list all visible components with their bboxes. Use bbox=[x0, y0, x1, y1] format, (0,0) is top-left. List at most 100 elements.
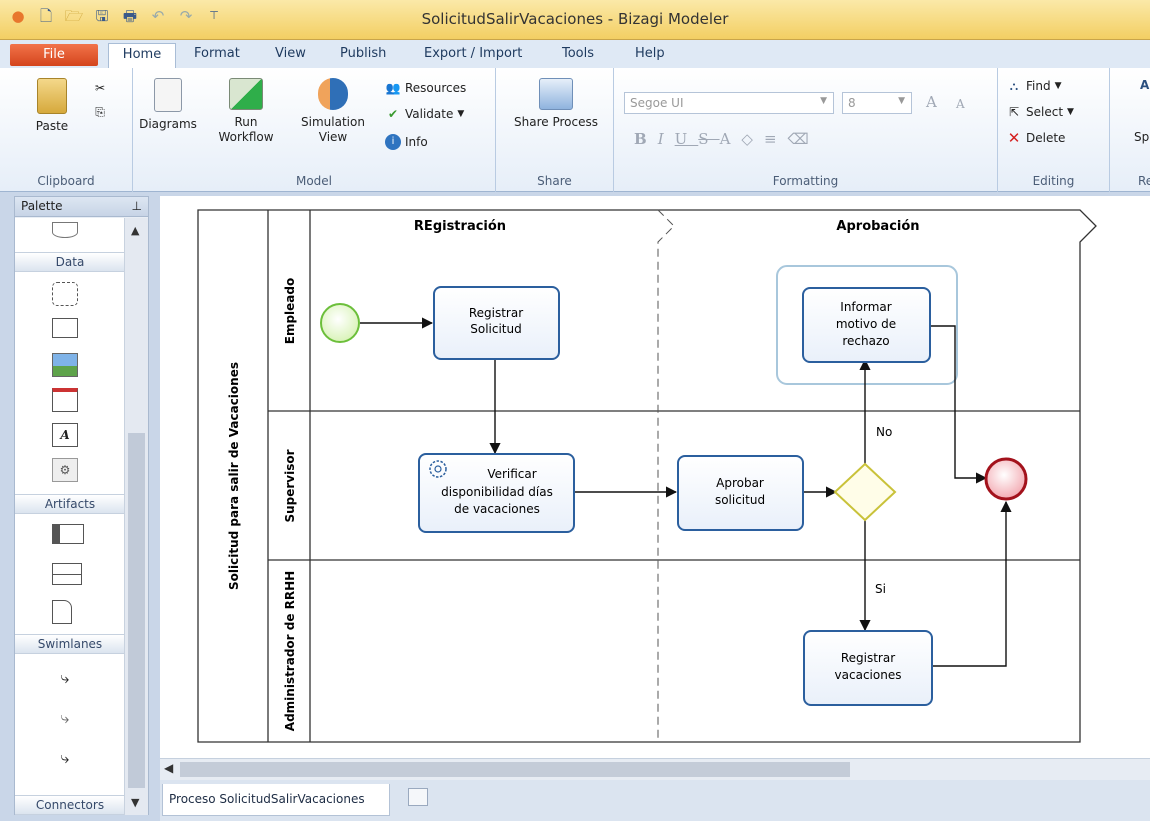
resources-button[interactable]: 👥 Resources bbox=[385, 78, 467, 98]
cursor-icon: ⇱ bbox=[1008, 105, 1020, 119]
delete-x-icon: ✕ bbox=[1007, 129, 1021, 147]
task-informar-motivo-rechazo[interactable]: Informar motivo de rechazo bbox=[802, 287, 931, 363]
palette-scrollbar[interactable]: ▲ ▼ bbox=[124, 218, 148, 815]
task-aprobar-solicitud[interactable]: Aprobar solicitud bbox=[677, 455, 804, 531]
task-registrar-solicitud[interactable]: Registrar Solicitud bbox=[433, 286, 560, 360]
paste-button[interactable]: Paste bbox=[30, 78, 74, 134]
tab-home[interactable]: Home bbox=[108, 43, 176, 69]
svg-text:Verificar: Verificar bbox=[487, 467, 536, 481]
svg-text:rechazo: rechazo bbox=[842, 334, 889, 348]
lane-label-admin-rrhh: Administrador de RRHH bbox=[283, 571, 297, 731]
resources-icon: 👥 bbox=[385, 81, 401, 95]
cut-button[interactable]: ✂ bbox=[92, 78, 108, 98]
flow-label-si: Si bbox=[875, 582, 886, 596]
document-tab-proceso[interactable]: Proceso SolicitudSalirVacaciones bbox=[162, 784, 390, 816]
pool[interactable] bbox=[197, 209, 1097, 743]
header-shape[interactable] bbox=[52, 388, 78, 412]
image-shape[interactable] bbox=[52, 353, 78, 377]
align-icon[interactable]: ≡ bbox=[764, 130, 788, 148]
svg-text:vacaciones: vacaciones bbox=[835, 668, 902, 682]
formatting-group: Segoe UI ▼ 8 ▼ A A BIUSA◇≡⌫ Formatting bbox=[614, 68, 998, 192]
message-flow-icon[interactable]: ⤷ bbox=[52, 748, 78, 772]
tab-publish[interactable]: Publish bbox=[340, 46, 386, 61]
lane-label-supervisor: Supervisor bbox=[283, 449, 297, 522]
font-size-value: 8 bbox=[848, 96, 856, 110]
delete-button[interactable]: ✕ Delete bbox=[1006, 128, 1066, 148]
formatting-buttons[interactable]: BIUSA◇≡⌫ bbox=[634, 130, 820, 148]
diagrams-button[interactable]: Diagrams bbox=[133, 78, 203, 132]
diagrams-label: Diagrams bbox=[139, 117, 197, 131]
svg-text:Registrar: Registrar bbox=[841, 651, 895, 665]
diagram-canvas[interactable]: Solicitud para salir de Vacaciones Emple… bbox=[160, 196, 1150, 758]
data-store-shape[interactable] bbox=[52, 222, 78, 238]
end-event[interactable] bbox=[984, 457, 1028, 501]
copy-button[interactable]: ⎘ bbox=[92, 102, 108, 122]
chevron-down-icon: ▼ bbox=[898, 96, 905, 106]
fill-color-icon[interactable]: ◇ bbox=[741, 130, 764, 148]
task-registrar-vacaciones[interactable]: Registrar vacaciones bbox=[803, 630, 933, 706]
review-group-label: Re bbox=[1138, 174, 1150, 188]
new-diagram-tab-icon[interactable] bbox=[408, 788, 428, 806]
find-button[interactable]: ⛬ Find ▼ bbox=[1006, 76, 1062, 96]
tab-view[interactable]: View bbox=[275, 46, 306, 61]
ribbon-tabs: File Home Format View Publish Export / I… bbox=[0, 40, 1150, 69]
validate-button[interactable]: ✔ Validate ▼ bbox=[385, 104, 464, 124]
ribbon: Paste ✂ ⎘ Clipboard Diagrams Run Workflo… bbox=[0, 68, 1150, 192]
task-verificar-disponibilidad[interactable]: Verificar disponibilidad días de vacacio… bbox=[418, 453, 575, 533]
info-icon: i bbox=[385, 134, 401, 150]
validate-label: Validate bbox=[405, 107, 454, 121]
tab-tools[interactable]: Tools bbox=[562, 46, 594, 61]
underline-icon[interactable]: U bbox=[675, 130, 699, 148]
font-size-select[interactable]: 8 ▼ bbox=[842, 92, 912, 114]
document-tab-bar: Proceso SolicitudSalirVacaciones bbox=[160, 780, 1150, 821]
pin-icon[interactable]: ⊥ bbox=[132, 199, 142, 213]
run-workflow-button[interactable]: Run Workflow bbox=[211, 78, 281, 145]
window-title: SolicitudSalirVacaciones - Bizagi Modele… bbox=[421, 10, 729, 28]
spelling-button[interactable]: Sp bbox=[1134, 130, 1149, 144]
select-button[interactable]: ⇱ Select ▼ bbox=[1006, 102, 1074, 122]
italic-icon[interactable]: I bbox=[658, 130, 675, 148]
bold-icon[interactable]: B bbox=[634, 130, 658, 148]
milestone-shape[interactable] bbox=[52, 600, 72, 624]
scroll-left-icon[interactable]: ◀ bbox=[164, 761, 173, 775]
custom-artifact-icon[interactable]: ⚙ bbox=[52, 458, 78, 482]
shrink-font-button[interactable]: A bbox=[956, 94, 965, 114]
pool-shape[interactable] bbox=[52, 524, 84, 544]
scroll-down-icon[interactable]: ▼ bbox=[131, 796, 139, 809]
tab-export-import[interactable]: Export / Import bbox=[424, 46, 522, 61]
simulation-view-button[interactable]: Simulation View bbox=[293, 78, 373, 145]
lane-shape[interactable] bbox=[52, 563, 82, 585]
info-button[interactable]: i Info bbox=[385, 132, 428, 152]
tab-file[interactable]: File bbox=[10, 44, 98, 66]
palette-section-artifacts[interactable]: Artifacts bbox=[15, 494, 125, 514]
svg-text:solicitud: solicitud bbox=[715, 493, 765, 507]
association-icon[interactable]: ⤷ bbox=[52, 708, 78, 732]
group-shape[interactable] bbox=[52, 282, 78, 306]
share-group-label: Share bbox=[537, 174, 572, 188]
start-event[interactable] bbox=[320, 303, 360, 343]
palette-section-data[interactable]: Data bbox=[15, 252, 125, 272]
share-process-button[interactable]: Share Process bbox=[504, 78, 608, 130]
formatting-group-label: Formatting bbox=[772, 174, 839, 188]
info-label: Info bbox=[405, 135, 428, 149]
scroll-up-icon[interactable]: ▲ bbox=[131, 224, 139, 237]
spelling-icon[interactable]: A bbox=[1140, 78, 1149, 92]
palette-section-connectors[interactable]: Connectors bbox=[15, 795, 125, 815]
tab-format[interactable]: Format bbox=[194, 46, 240, 61]
annotation-shape[interactable] bbox=[52, 318, 78, 338]
tab-help[interactable]: Help bbox=[635, 46, 665, 61]
clipboard-group: Paste ✂ ⎘ Clipboard bbox=[0, 68, 133, 192]
font-color-icon[interactable]: A bbox=[720, 130, 742, 148]
grow-font-button[interactable]: A bbox=[926, 92, 937, 112]
svg-text:motivo de: motivo de bbox=[836, 317, 896, 331]
eraser-icon[interactable]: ⌫ bbox=[788, 130, 820, 148]
strikethrough-icon[interactable]: S bbox=[698, 130, 719, 148]
font-family-select[interactable]: Segoe UI ▼ bbox=[624, 92, 834, 114]
text-shape[interactable]: A bbox=[52, 423, 78, 447]
canvas-horizontal-scrollbar[interactable]: ◀ bbox=[160, 758, 1150, 780]
select-label: Select bbox=[1026, 105, 1064, 119]
horizontal-scroll-thumb[interactable] bbox=[180, 762, 850, 777]
palette-section-swimlanes[interactable]: Swimlanes bbox=[15, 634, 125, 654]
palette-scroll-thumb[interactable] bbox=[128, 433, 145, 788]
sequence-flow-icon[interactable]: ⤷ bbox=[52, 668, 78, 692]
